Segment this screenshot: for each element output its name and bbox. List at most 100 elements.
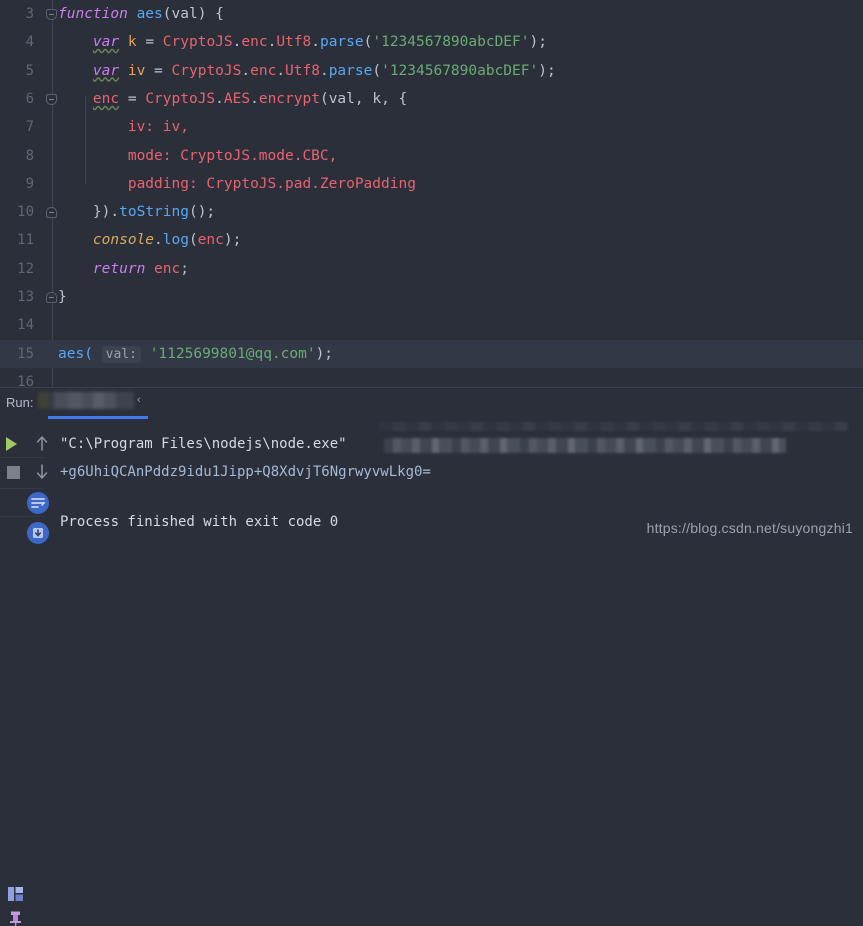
- code-fold-toggle[interactable]: [46, 292, 57, 303]
- token-obj-cryptojs: CryptoJS: [145, 90, 216, 107]
- code-line-content: }).toString();: [58, 198, 215, 226]
- rerun-button[interactable]: [3, 432, 25, 454]
- token-key-mode: mode:: [127, 147, 172, 164]
- code-line-13[interactable]: 13 }: [0, 283, 863, 311]
- token-paren: (: [188, 232, 198, 249]
- token-prop-utf8: Utf8: [276, 34, 312, 51]
- line-number: 9: [25, 175, 34, 192]
- code-line-4[interactable]: 4 var k = CryptoJS.enc.Utf8.parse('12345…: [0, 28, 863, 56]
- token-close-brace: }).: [92, 204, 120, 221]
- token-string-key: '1234567890abcDEF': [372, 34, 530, 51]
- code-line-3[interactable]: 3 function aes(val) {: [0, 0, 863, 28]
- line-number: 11: [17, 232, 34, 249]
- token-tail: );: [529, 34, 547, 51]
- token-keyword-var: var: [92, 62, 120, 79]
- code-line-content: function aes(val) {: [58, 0, 224, 28]
- line-number: 6: [25, 90, 34, 107]
- token-dot: .: [276, 62, 286, 79]
- code-line-15[interactable]: 15 aes( val: '1125699801@qq.com');: [0, 339, 863, 368]
- token-val-mode: CryptoJS.mode.CBC,: [180, 147, 338, 164]
- token-prop-enc: enc: [250, 62, 277, 79]
- watermark-url: https://blog.csdn.net/suyongzhi1: [646, 520, 853, 536]
- code-line-16[interactable]: 16: [0, 368, 863, 387]
- token-arg-val: val: [328, 90, 355, 107]
- code-line-5[interactable]: 5 var iv = CryptoJS.enc.Utf8.parse('1234…: [0, 57, 863, 85]
- layout-grid-icon[interactable]: [8, 887, 23, 901]
- code-fold-toggle[interactable]: [46, 93, 57, 105]
- token-fn-tostring: toString: [119, 204, 189, 221]
- console-command-line: "C:\Program Files\nodejs\node.exe": [60, 436, 347, 452]
- token-assign: =: [145, 62, 172, 79]
- console-toolbar: [0, 420, 49, 544]
- code-fold-toggle[interactable]: [46, 9, 57, 20]
- line-number: 13: [17, 289, 34, 305]
- code-line-content: }: [58, 283, 67, 311]
- stop-button[interactable]: [3, 461, 25, 483]
- line-number: 7: [25, 119, 34, 136]
- code-line-12[interactable]: 12 return enc;: [0, 255, 863, 283]
- token-ident-k: k: [127, 34, 137, 51]
- run-window-label: Run:: [6, 395, 34, 410]
- code-line-content: iv: iv,: [58, 113, 189, 141]
- token-brace: , {: [381, 90, 408, 107]
- token-comma: ,: [354, 90, 373, 107]
- code-line-content: var k = CryptoJS.enc.Utf8.parse('1234567…: [58, 28, 547, 56]
- code-line-10[interactable]: 10 }).toString();: [0, 198, 863, 226]
- token-dot: .: [215, 90, 224, 107]
- token-tail: );: [223, 232, 242, 249]
- token-arg-enc: enc: [197, 232, 224, 249]
- console-status-line: Process finished with exit code 0: [60, 514, 339, 530]
- token-ident-iv: iv: [127, 62, 146, 79]
- token-string-email: '1125699801@qq.com': [149, 345, 316, 362]
- console-output-line: +g6UhiQCAnPddz9idu1Jipp+Q8XdvjT6NgrwyvwL…: [60, 464, 431, 480]
- run-configuration-tab[interactable]: ‹: [38, 391, 142, 412]
- line-number: 15: [17, 345, 34, 362]
- code-line-8[interactable]: 8 mode: CryptoJS.mode.CBC,: [0, 142, 863, 170]
- token-string-key: '1234567890abcDEF': [381, 62, 539, 79]
- token-keyword-function: function: [58, 6, 128, 22]
- token-val-iv: iv,: [154, 119, 189, 136]
- code-line-content: return enc;: [58, 255, 189, 283]
- line-number: 16: [17, 373, 34, 387]
- code-editor[interactable]: 3 function aes(val) { 4 var k = CryptoJS…: [0, 0, 863, 387]
- parameter-hint-badge: val:: [101, 345, 141, 363]
- code-line-content: enc = CryptoJS.AES.encrypt(val, k, {: [58, 85, 407, 113]
- ide-window: 3 function aes(val) { 4 var k = CryptoJS…: [0, 0, 863, 926]
- token-fn-parse: parse: [319, 34, 364, 51]
- toolbar-separator: [0, 516, 44, 517]
- token-assign: =: [136, 34, 163, 51]
- token-obj-cryptojs: CryptoJS: [171, 62, 242, 79]
- active-tab-indicator: [48, 416, 148, 419]
- chevron-left-icon[interactable]: ‹: [137, 394, 141, 406]
- token-fn-encrypt: encrypt: [258, 90, 320, 107]
- toolbar-separator: [0, 488, 44, 489]
- token-dot: .: [154, 232, 163, 249]
- code-line-6[interactable]: 6 enc = CryptoJS.AES.encrypt(val, k, {: [0, 85, 863, 113]
- code-line-14[interactable]: 14: [0, 311, 863, 339]
- code-line-11[interactable]: 11 console.log(enc);: [0, 226, 863, 254]
- token-tail: );: [315, 345, 334, 362]
- token-function-aes: aes: [136, 6, 163, 22]
- token-obj-cryptojs: CryptoJS: [162, 34, 233, 51]
- pin-icon[interactable]: [9, 911, 22, 926]
- token-paren: (: [319, 90, 329, 107]
- token-dot: .: [267, 34, 277, 51]
- line-number: 10: [17, 204, 34, 221]
- code-line-7[interactable]: 7 iv: iv,: [0, 113, 863, 141]
- token-key-padding: padding:: [127, 175, 198, 192]
- token-dot: .: [319, 62, 329, 79]
- token-brace-close: }: [58, 289, 67, 305]
- token-key-iv: iv:: [127, 119, 155, 136]
- run-config-name-redacted: [38, 392, 134, 409]
- code-line-9[interactable]: 9 padding: CryptoJS.pad.ZeroPadding: [0, 170, 863, 198]
- token-dot: .: [241, 62, 251, 79]
- line-number: 8: [25, 147, 34, 164]
- token-paren: (: [372, 62, 382, 79]
- code-line-content: mode: CryptoJS.mode.CBC,: [58, 142, 338, 170]
- code-fold-toggle[interactable]: [46, 207, 57, 219]
- token-params: (val) {: [162, 6, 224, 22]
- stop-square-icon: [7, 466, 20, 479]
- code-line-content: console.log(enc);: [58, 226, 241, 254]
